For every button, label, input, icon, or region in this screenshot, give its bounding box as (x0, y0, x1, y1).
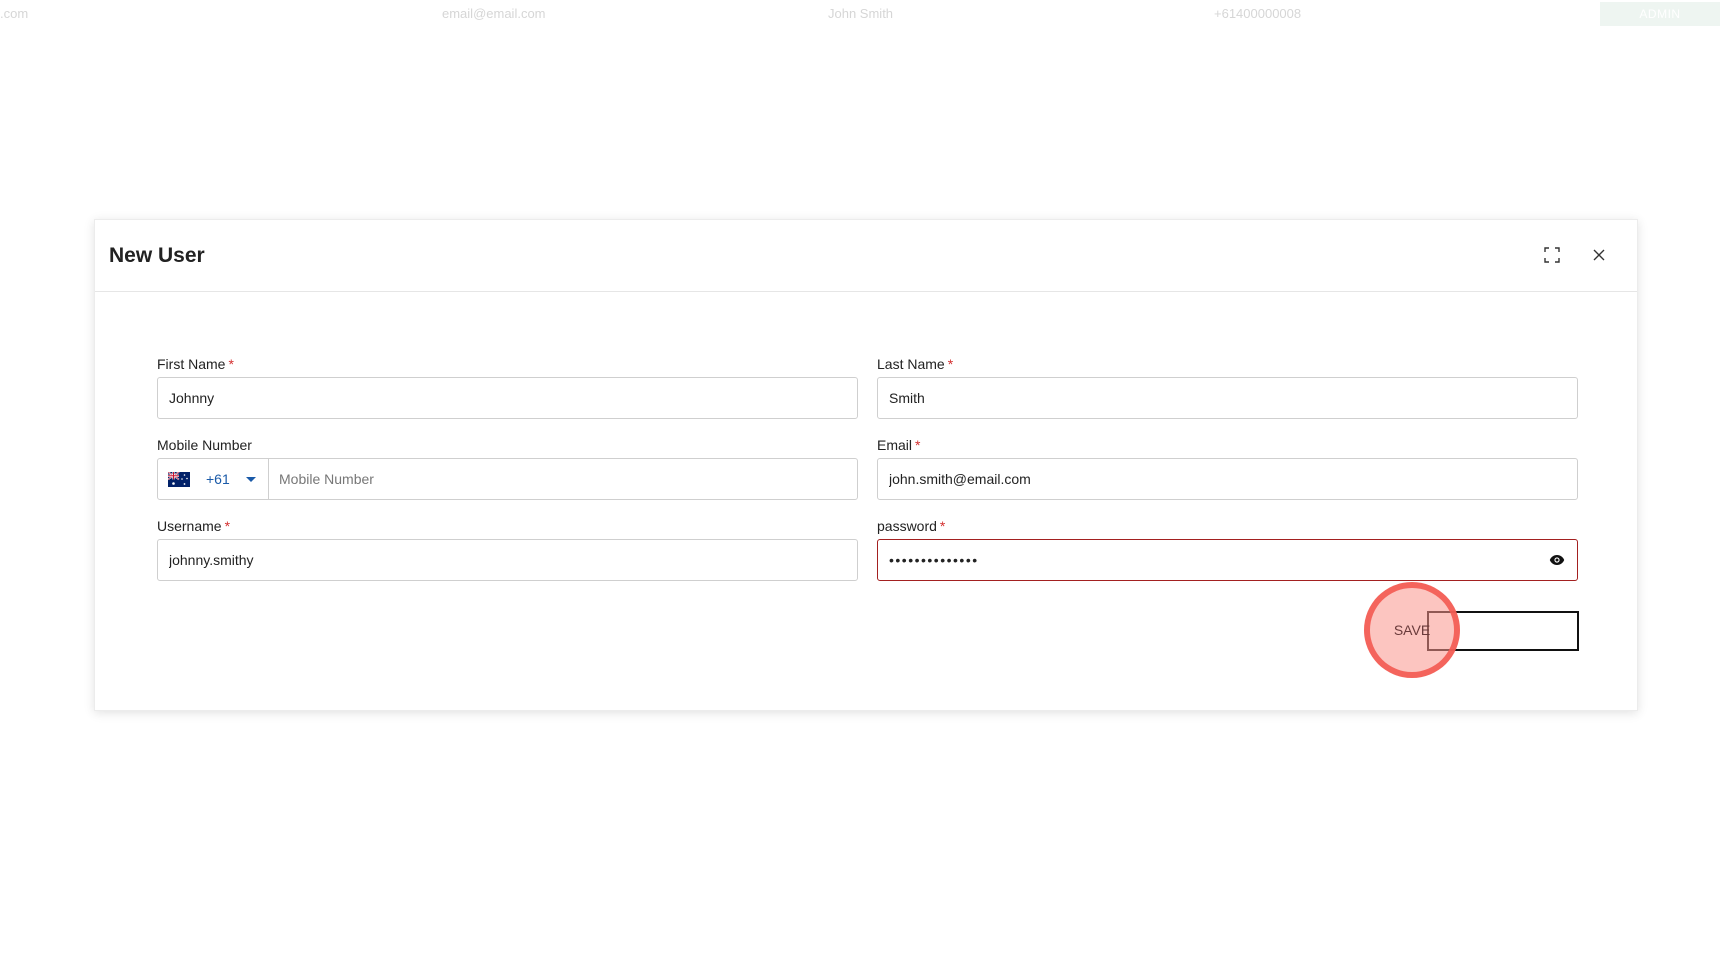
mobile-number-group: +61 Mobile Number (157, 458, 858, 500)
email-value: john.smith@email.com (889, 471, 1031, 487)
last-name-field: Last Name * Smith (877, 354, 1578, 419)
eye-icon[interactable] (1548, 553, 1566, 567)
required-marker: * (915, 437, 921, 453)
username-input[interactable]: johnny.smithy (157, 539, 858, 581)
first-name-field: First Name * Johnny (157, 354, 858, 419)
save-button[interactable] (1427, 611, 1579, 651)
mobile-number-input[interactable]: Mobile Number (269, 459, 857, 499)
last-name-label: Last Name * (877, 356, 954, 372)
background-cell: .com (0, 6, 29, 21)
save-wrapper (1427, 611, 1579, 651)
australia-flag-icon (168, 471, 190, 487)
background-role-badge: ADMIN (1600, 2, 1720, 26)
password-field: password * •••••••••••••• (877, 516, 1578, 581)
required-marker: * (228, 356, 234, 372)
last-name-value: Smith (889, 390, 925, 406)
mobile-number-label: Mobile Number (157, 437, 252, 453)
username-label: Username * (157, 518, 231, 534)
background-cell-phone: +61400000008 (1214, 6, 1302, 21)
country-code: +61 (206, 471, 230, 487)
chevron-down-icon (245, 476, 256, 482)
dialog-title: New User (109, 244, 205, 267)
dialog-header: New User (95, 220, 1637, 292)
background-cell-name: John Smith (828, 6, 894, 21)
required-marker: * (224, 518, 231, 534)
password-value: •••••••••••••• (889, 552, 979, 568)
first-name-input[interactable]: Johnny (157, 377, 858, 419)
email-input[interactable]: john.smith@email.com (877, 458, 1578, 500)
mobile-number-field: Mobile Number +61 Mobile Number (157, 435, 858, 500)
password-input[interactable]: •••••••••••••• (877, 539, 1578, 581)
required-marker: * (939, 518, 946, 534)
fullscreen-icon[interactable] (1541, 244, 1563, 266)
new-user-dialog: New User First Name * Johnny Last Name * S… (94, 219, 1638, 711)
username-value: johnny.smithy (169, 552, 254, 568)
background-cell-email: email@email.com (442, 6, 546, 21)
required-marker: * (947, 356, 954, 372)
close-icon[interactable] (1588, 244, 1610, 266)
username-field: Username * johnny.smithy (157, 516, 858, 581)
country-code-select[interactable]: +61 (158, 459, 269, 499)
first-name-value: Johnny (169, 390, 215, 406)
email-field: Email * john.smith@email.com (877, 435, 1578, 500)
background-table-row: .com email@email.com John Smith +6140000… (0, 0, 1720, 28)
password-label: password * (877, 518, 946, 534)
last-name-input[interactable]: Smith (877, 377, 1578, 419)
email-label: Email * (877, 437, 921, 453)
first-name-label: First Name * (157, 356, 234, 372)
